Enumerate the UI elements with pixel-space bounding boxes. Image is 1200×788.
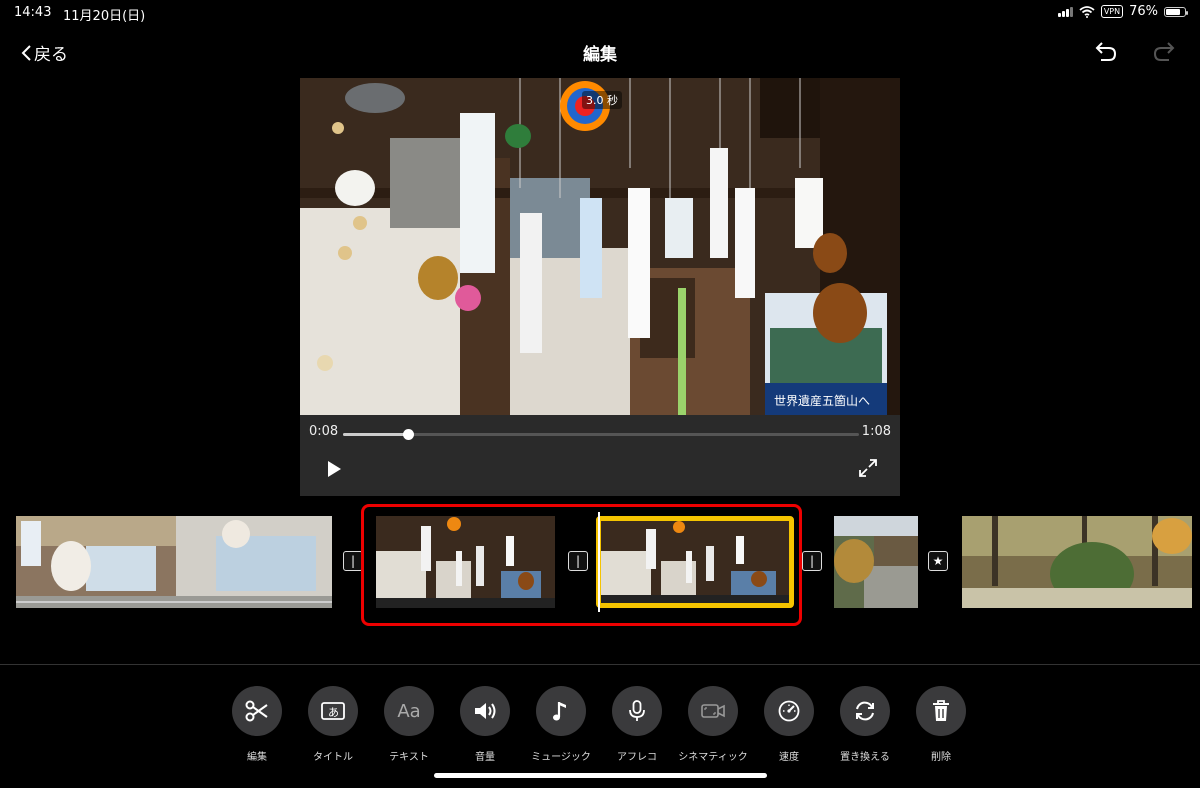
tool-label: 置き換える [840, 752, 890, 763]
scrubber-thumb[interactable] [402, 429, 414, 440]
tool-cinematic-circle [688, 686, 738, 736]
tool-label: シネマティック [678, 752, 748, 763]
toolbar-divider [0, 664, 1200, 665]
trash-icon [933, 700, 949, 721]
tool-voiceover[interactable]: アフレコ [599, 686, 675, 763]
text-icon: Aa [397, 700, 421, 722]
scissors-icon [245, 700, 268, 722]
tool-speed[interactable]: 速度 [751, 686, 827, 763]
undo-arrow-icon[interactable] [1092, 38, 1120, 66]
timeline-clip-forest[interactable] [962, 516, 1192, 608]
music-note-icon [553, 702, 566, 721]
video-viewer: 世界遺産五箇山へ 3.0 秒 0:08 1:08 [300, 78, 900, 496]
speaker-icon [475, 703, 496, 719]
tool-delete-circle [916, 686, 966, 736]
status-date: 11月20日(日) [63, 9, 146, 24]
battery-icon [1164, 6, 1188, 17]
page-title: 編集 [583, 45, 617, 65]
cellular-signal-icon [1057, 6, 1073, 17]
tool-label: タイトル [313, 752, 353, 763]
speedometer-icon [778, 700, 800, 722]
tool-delete[interactable]: 削除 [903, 686, 979, 763]
tool-music[interactable]: ミュージック [523, 686, 599, 763]
battery-percent: 76% [1129, 4, 1158, 19]
tool-label: テキスト [389, 752, 429, 763]
tool-label: 速度 [779, 752, 799, 763]
tool-label: ミュージック [531, 752, 591, 763]
selected-clips-highlight [361, 504, 802, 626]
tool-music-circle [536, 686, 586, 736]
navigation-bar: 戻る 編集 [0, 30, 1200, 74]
tool-label: 編集 [247, 752, 267, 763]
tool-edit-circle [232, 686, 282, 736]
tool-speed-circle [764, 686, 814, 736]
tool-volume-circle [460, 686, 510, 736]
title-icon: あ [321, 702, 345, 720]
timeline[interactable]: | | | ★ [0, 504, 1200, 628]
tool-cinematic[interactable]: シネマティック [675, 686, 751, 763]
svg-text:あ: あ [328, 706, 339, 719]
tool-voiceover-circle [612, 686, 662, 736]
tool-replace-circle [840, 686, 890, 736]
favorite-star-icon[interactable]: ★ [928, 551, 948, 571]
tool-title-circle: あ [308, 686, 358, 736]
microphone-icon [629, 700, 645, 721]
tool-label: 音量 [475, 752, 495, 763]
tool-replace[interactable]: 置き換える [827, 686, 903, 763]
status-indicators: VPN 76% [1057, 4, 1188, 19]
timeline-clip-village[interactable] [834, 516, 918, 608]
status-bar: 14:43 11月20日(日) VPN 76% [0, 0, 1200, 26]
tool-text-circle: Aa [384, 686, 434, 736]
tool-text[interactable]: Aa テキスト [371, 686, 447, 763]
tool-label: 削除 [931, 752, 951, 763]
timeline-clip[interactable] [16, 516, 332, 608]
edit-toolbar: 編集 あ タイトル Aa テキスト 音量 ミュージック アフレコ シネマティック… [0, 686, 1200, 766]
scrubber-progress [343, 433, 408, 436]
video-preview[interactable]: 世界遺産五箇山へ 3.0 秒 [300, 78, 900, 415]
clip-duration-badge: 3.0 秒 [582, 91, 622, 109]
video-frame-image: 世界遺産五箇山へ [300, 78, 900, 415]
playback-controls: 0:08 1:08 [300, 415, 900, 496]
fullscreen-expand-icon[interactable] [857, 457, 879, 479]
clip-thumbnail [962, 516, 1192, 608]
vpn-badge: VPN [1100, 5, 1124, 18]
clip-thumbnail [834, 516, 918, 608]
replace-icon [856, 701, 874, 721]
status-time: 14:43 [14, 5, 52, 20]
total-time: 1:08 [861, 424, 891, 439]
transition-separator[interactable]: | [343, 551, 363, 571]
poster-text: 世界遺産五箇山へ [774, 393, 870, 408]
home-indicator[interactable] [434, 773, 767, 778]
redo-arrow-icon[interactable] [1150, 38, 1178, 66]
clip-thumbnail [16, 516, 332, 608]
tool-edit[interactable]: 編集 [219, 686, 295, 763]
current-time: 0:08 [309, 424, 339, 439]
play-icon[interactable] [324, 459, 344, 479]
wifi-icon [1079, 5, 1095, 18]
cinematic-camera-icon [701, 704, 725, 718]
scrubber-track[interactable] [343, 429, 859, 440]
tool-label: アフレコ [617, 752, 657, 763]
tool-title[interactable]: あ タイトル [295, 686, 371, 763]
tool-volume[interactable]: 音量 [447, 686, 523, 763]
transition-separator[interactable]: | [802, 551, 822, 571]
